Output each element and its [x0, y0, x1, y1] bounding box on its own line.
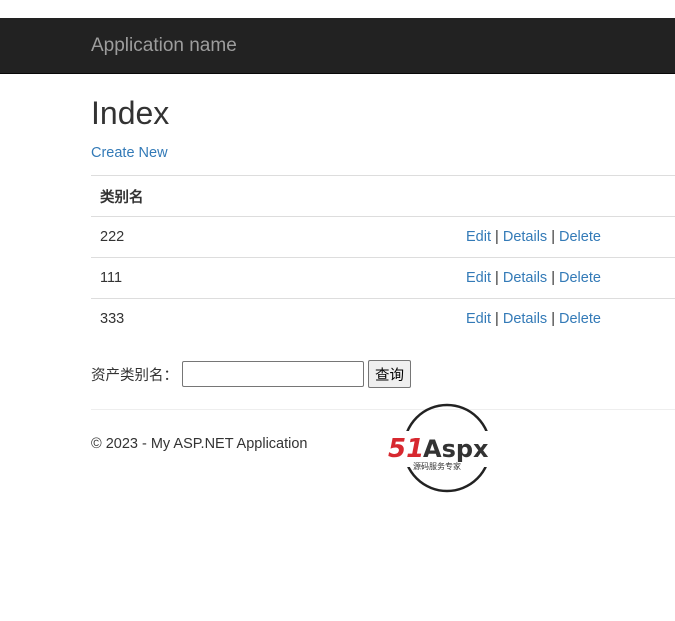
search-label: 资产类别名： [91, 367, 178, 384]
actions-cell: Edit | Details | Delete [466, 298, 675, 339]
separator: | [551, 229, 555, 245]
search-button[interactable]: 查询 [368, 360, 411, 388]
separator: | [495, 229, 499, 245]
category-table: 类别名 222 Edit | Details | Delete 111 Edit [91, 175, 675, 339]
footer-copyright: © 2023 - My ASP.NET Application [91, 436, 308, 452]
separator: | [551, 270, 555, 286]
category-name-cell: 333 [91, 298, 466, 339]
details-link[interactable]: Details [503, 311, 547, 327]
actions-cell: Edit | Details | Delete [466, 216, 675, 258]
category-search-input[interactable] [182, 361, 364, 387]
brand-link[interactable]: Application name [91, 35, 237, 57]
delete-link[interactable]: Delete [559, 311, 601, 327]
svg-text:源码服务专家: 源码服务专家 [413, 461, 461, 471]
separator: | [495, 311, 499, 327]
edit-link[interactable]: Edit [466, 270, 491, 286]
table-header-row: 类别名 [91, 175, 675, 217]
svg-text:Aspx: Aspx [423, 435, 489, 463]
search-form: 资产类别名： 查询 [91, 360, 411, 388]
column-header-category-name: 类别名 [91, 175, 466, 217]
category-name-cell: 111 [91, 257, 466, 299]
navbar: Application name [0, 18, 675, 74]
create-new-link[interactable]: Create New [91, 144, 168, 162]
table-row: 222 Edit | Details | Delete [91, 216, 675, 258]
separator: | [551, 311, 555, 327]
edit-link[interactable]: Edit [466, 311, 491, 327]
details-link[interactable]: Details [503, 229, 547, 245]
separator: | [495, 270, 499, 286]
page-title: Index [91, 95, 170, 131]
delete-link[interactable]: Delete [559, 270, 601, 286]
category-name-cell: 222 [91, 216, 466, 258]
table-row: 333 Edit | Details | Delete [91, 298, 675, 339]
column-header-actions [466, 175, 675, 217]
svg-text:51: 51 [388, 434, 424, 464]
table-row: 111 Edit | Details | Delete [91, 257, 675, 299]
details-link[interactable]: Details [503, 270, 547, 286]
51aspx-logo: 51 Aspx 源码服务专家 [387, 403, 513, 493]
edit-link[interactable]: Edit [466, 229, 491, 245]
footer-divider [91, 409, 675, 410]
delete-link[interactable]: Delete [559, 229, 601, 245]
actions-cell: Edit | Details | Delete [466, 257, 675, 299]
